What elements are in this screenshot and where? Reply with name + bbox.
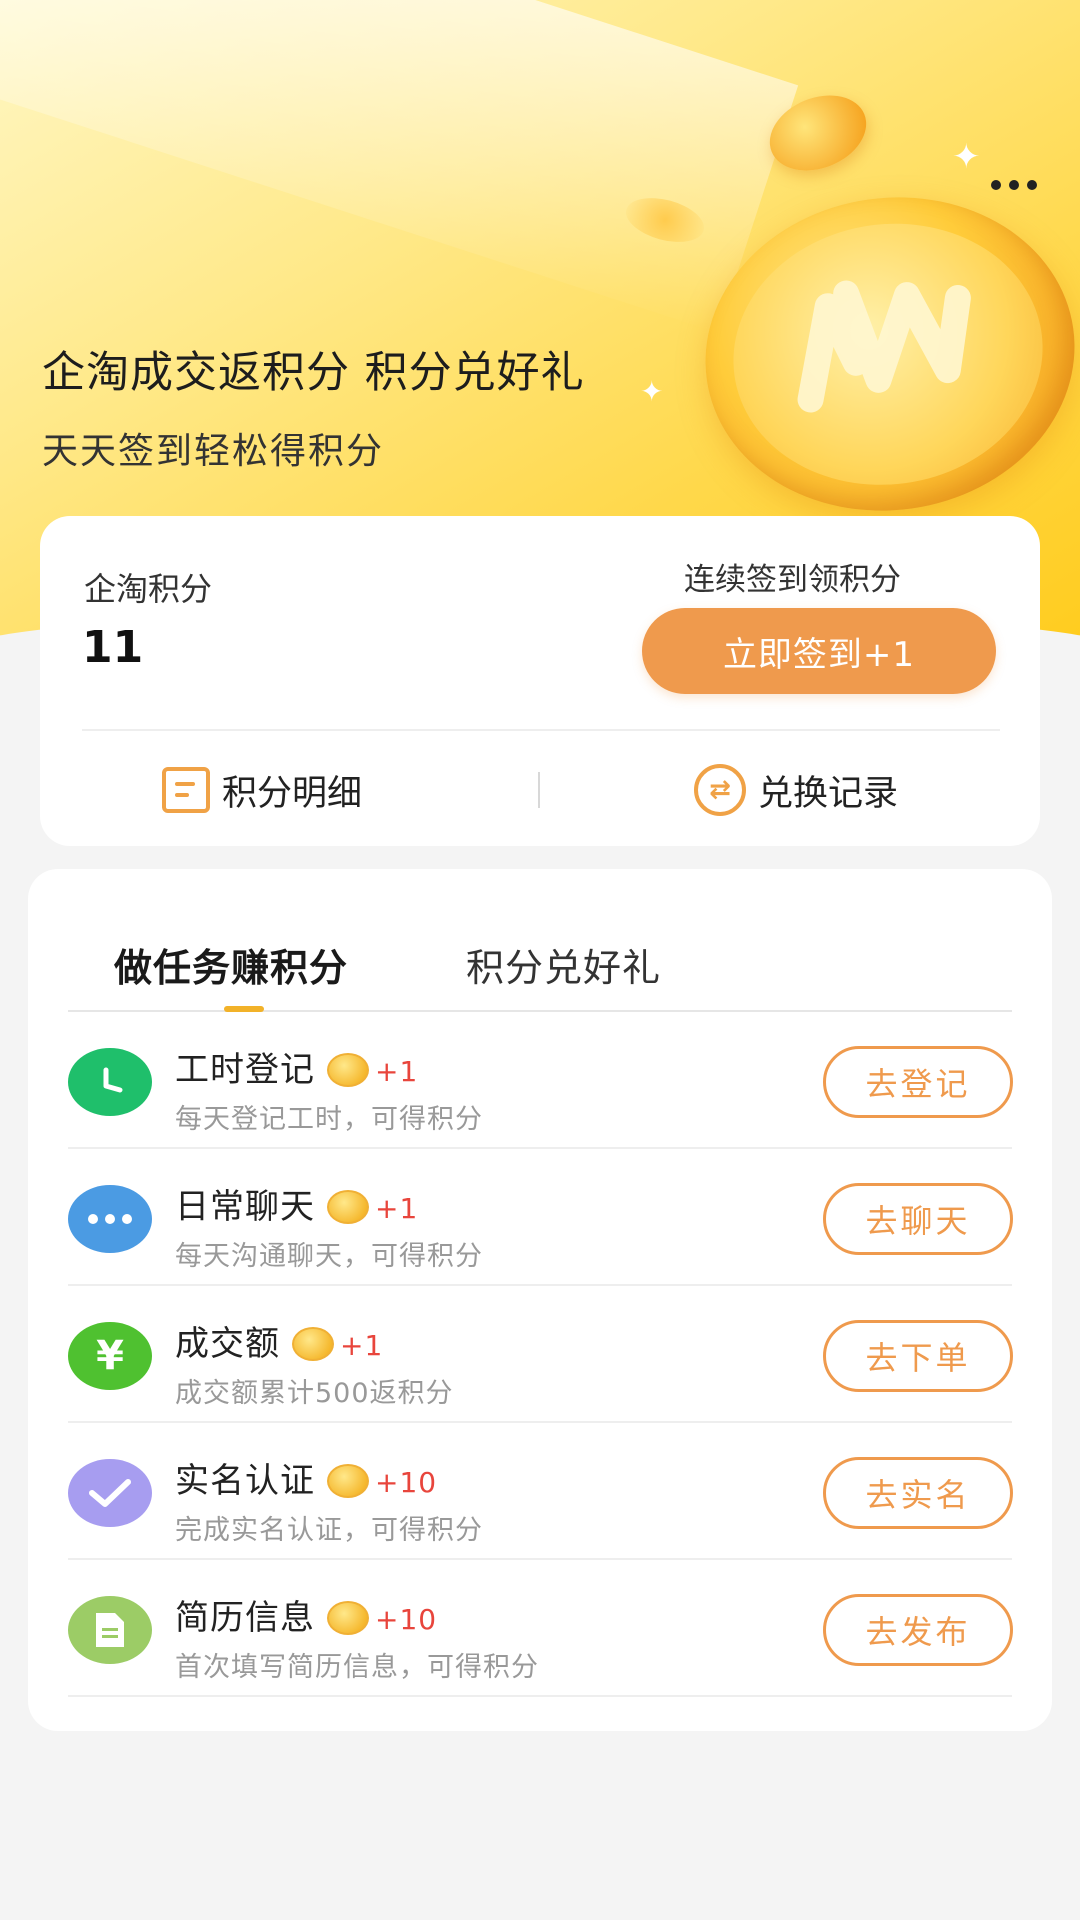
exchange-icon: ⇄ bbox=[694, 764, 746, 816]
sparkle-icon: ✦ bbox=[952, 137, 981, 177]
task-description: 每天沟通聊天，可得积分 bbox=[175, 1241, 483, 1272]
task-reward: +1 bbox=[340, 1329, 384, 1362]
coin-icon bbox=[327, 1600, 369, 1635]
task-reward: +10 bbox=[375, 1466, 438, 1499]
task-description: 首次填写简历信息，可得积分 bbox=[175, 1652, 539, 1683]
points-label: 企淘积分 bbox=[84, 570, 213, 608]
task-item-daily-chat: 日常聊天 +1 每天沟通聊天，可得积分 去聊天 bbox=[68, 1149, 1013, 1286]
task-reward: +1 bbox=[375, 1192, 419, 1225]
task-description: 成交额累计500返积分 bbox=[175, 1378, 454, 1409]
task-item-verification: 实名认证 +10 完成实名认证，可得积分 去实名 bbox=[68, 1423, 1013, 1560]
points-detail-link[interactable]: 积分明细 bbox=[162, 762, 362, 818]
tab-earn-points[interactable]: 做任务赚积分 bbox=[114, 937, 348, 992]
task-reward: +1 bbox=[375, 1055, 419, 1088]
points-detail-label: 积分明细 bbox=[222, 773, 363, 814]
task-item-resume: 简历信息 +10 首次填写简历信息，可得积分 去发布 bbox=[68, 1560, 1013, 1697]
hero-subtitle: 天天签到轻松得积分 bbox=[42, 431, 385, 472]
signin-button[interactable]: 立即签到+1 bbox=[642, 608, 996, 694]
more-options-icon[interactable] bbox=[982, 170, 1046, 200]
task-description: 每天登记工时，可得积分 bbox=[175, 1104, 483, 1135]
divider bbox=[82, 729, 1000, 731]
banner-shine bbox=[0, 0, 799, 333]
verify-identity-button[interactable]: 去实名 bbox=[823, 1457, 1013, 1529]
coin-icon bbox=[327, 1189, 369, 1224]
task-description: 完成实名认证，可得积分 bbox=[175, 1515, 483, 1546]
task-item-work-hours: 工时登记 +1 每天登记工时，可得积分 去登记 bbox=[68, 1012, 1013, 1149]
task-title: 实名认证 bbox=[175, 1461, 315, 1501]
exchange-records-link[interactable]: ⇄ 兑换记录 bbox=[694, 762, 898, 818]
task-title: 日常聊天 bbox=[175, 1187, 315, 1227]
document-icon bbox=[68, 1596, 152, 1664]
task-title: 简历信息 bbox=[175, 1598, 315, 1638]
place-order-button[interactable]: 去下单 bbox=[823, 1320, 1013, 1392]
exchange-records-label: 兑换记录 bbox=[758, 773, 899, 814]
coin-icon bbox=[292, 1326, 334, 1361]
task-title: 工时登记 bbox=[175, 1050, 315, 1090]
check-icon bbox=[68, 1459, 152, 1527]
task-list: 工时登记 +1 每天登记工时，可得积分 去登记 日常聊天 +1 每天沟通聊天，可得积… bbox=[68, 1012, 1013, 1697]
clock-icon bbox=[68, 1048, 152, 1116]
tasks-card: 做任务赚积分 积分兑好礼 工时登记 +1 每天登记工时，可得积分 去登记 日常聊天… bbox=[28, 869, 1052, 1731]
coin-icon bbox=[327, 1463, 369, 1498]
task-item-transaction: ¥ 成交额 +1 成交额累计500返积分 去下单 bbox=[68, 1286, 1013, 1423]
task-title: 成交额 bbox=[175, 1324, 280, 1364]
coin-icon bbox=[327, 1052, 369, 1087]
points-card: 企淘积分 11 连续签到领积分 立即签到+1 积分明细 ⇄ 兑换记录 bbox=[40, 516, 1040, 846]
signin-hint: 连续签到领积分 bbox=[684, 562, 901, 598]
task-reward: +10 bbox=[375, 1603, 438, 1636]
list-icon bbox=[162, 767, 210, 813]
hero-title: 企淘成交返积分 积分兑好礼 bbox=[42, 348, 585, 398]
go-chat-button[interactable]: 去聊天 bbox=[823, 1183, 1013, 1255]
divider bbox=[538, 772, 540, 808]
points-value: 11 bbox=[82, 622, 144, 673]
tab-redeem-gifts[interactable]: 积分兑好礼 bbox=[466, 937, 661, 992]
chat-icon bbox=[68, 1185, 152, 1253]
sparkle-icon: ✦ bbox=[640, 375, 664, 408]
yuan-icon: ¥ bbox=[68, 1322, 152, 1390]
publish-resume-button[interactable]: 去发布 bbox=[823, 1594, 1013, 1666]
register-hours-button[interactable]: 去登记 bbox=[823, 1046, 1013, 1118]
